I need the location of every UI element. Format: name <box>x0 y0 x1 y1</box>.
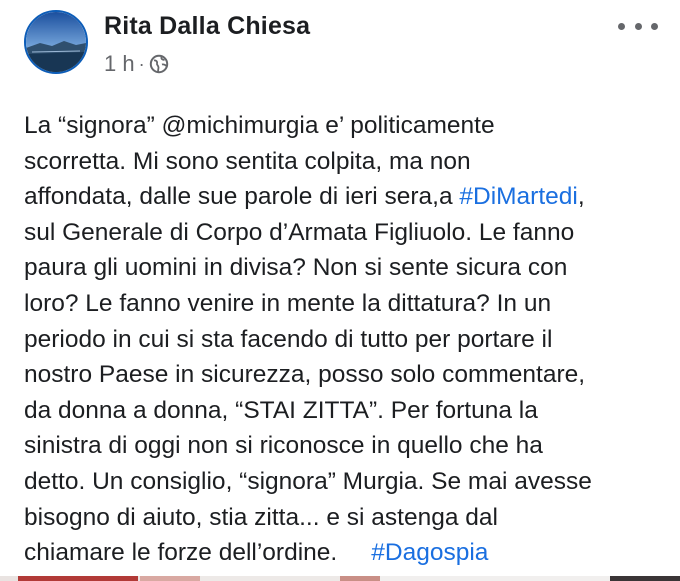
more-options-icon <box>634 22 642 30</box>
post-text: La “signora” @michimurgia e’ politicamen… <box>24 108 664 571</box>
post-text-segment: loro? Le fanno venire in mente la dittat… <box>24 289 552 317</box>
more-options-icon <box>618 22 625 30</box>
post-text-line: sul Generale di Corpo d’Armata Figliuolo… <box>24 215 664 251</box>
avatar[interactable] <box>24 10 88 74</box>
media-image <box>0 576 680 581</box>
post-text-segment: La “signora” @michimurgia e’ politicamen… <box>24 112 495 139</box>
post-text-segment: chiamare le forze dell’ordine. <box>24 539 372 567</box>
post-text-segment: scorretta. Mi sono sentita colpita, ma n… <box>24 147 471 175</box>
post-text-segment: nostro Paese in sicurezza, posso solo co… <box>24 361 586 389</box>
more-options-button[interactable] <box>618 14 658 38</box>
post-text-line: La “signora” @michimurgia e’ politicamen… <box>24 108 664 144</box>
post-text-line: loro? Le fanno venire in mente la dittat… <box>24 286 664 322</box>
post-text-line: scorretta. Mi sono sentita colpita, ma n… <box>24 144 664 180</box>
post-text-line: nostro Paese in sicurezza, posso solo co… <box>24 357 664 393</box>
post-text-segment: bisogno di aiuto, stia zitta... e si ast… <box>24 503 498 531</box>
post-text-line: affondata, dalle sue parole di ieri sera… <box>24 179 664 215</box>
post-text-line: chiamare le forze dell’ordine. #Dagospia <box>24 535 664 571</box>
post-text-segment: periodo in cui si sta facendo di tutto p… <box>24 325 553 353</box>
post-text-line: da donna a donna, “STAI ZITTA”. Per fort… <box>24 393 664 429</box>
globe-icon <box>149 54 168 74</box>
post-text-line: periodo in cui si sta facendo di tutto p… <box>24 322 664 358</box>
author-name[interactable]: Rita Dalla Chiesa <box>104 12 310 41</box>
post-text-line: sinistra di oggi non si riconosce in que… <box>24 428 664 464</box>
post-text-line: detto. Un consiglio, “signora” Murgia. S… <box>24 464 664 500</box>
post-text-segment: sinistra di oggi non si riconosce in que… <box>24 432 543 460</box>
meta-separator: · <box>138 54 145 74</box>
hashtag-link[interactable]: #DiMartedi <box>459 183 577 210</box>
post-text-segment: , <box>577 183 585 211</box>
attached-media-preview[interactable] <box>0 572 680 581</box>
hashtag-link[interactable]: #Dagospia <box>371 539 488 566</box>
post-meta: 1 h · <box>104 50 169 78</box>
post-text-segment: paura gli uomini in divisa? Non si sente… <box>24 254 568 282</box>
post-text-segment: da donna a donna, “STAI ZITTA”. Per fort… <box>24 396 538 424</box>
post-header: Rita Dalla Chiesa 1 h · <box>0 0 680 100</box>
more-options-icon <box>651 22 658 30</box>
post-text-segment: sul Generale di Corpo d’Armata Figliuolo… <box>24 218 575 246</box>
post-timestamp[interactable]: 1 h <box>104 51 135 77</box>
post-text-line: bisogno di aiuto, stia zitta... e si ast… <box>24 500 664 536</box>
avatar-landscape-image <box>26 12 86 72</box>
post-text-segment: detto. Un consiglio, “signora” Murgia. S… <box>24 467 592 495</box>
post-text-segment: affondata, dalle sue parole di ieri sera… <box>24 183 460 211</box>
post-text-line: paura gli uomini in divisa? Non si sente… <box>24 250 664 286</box>
